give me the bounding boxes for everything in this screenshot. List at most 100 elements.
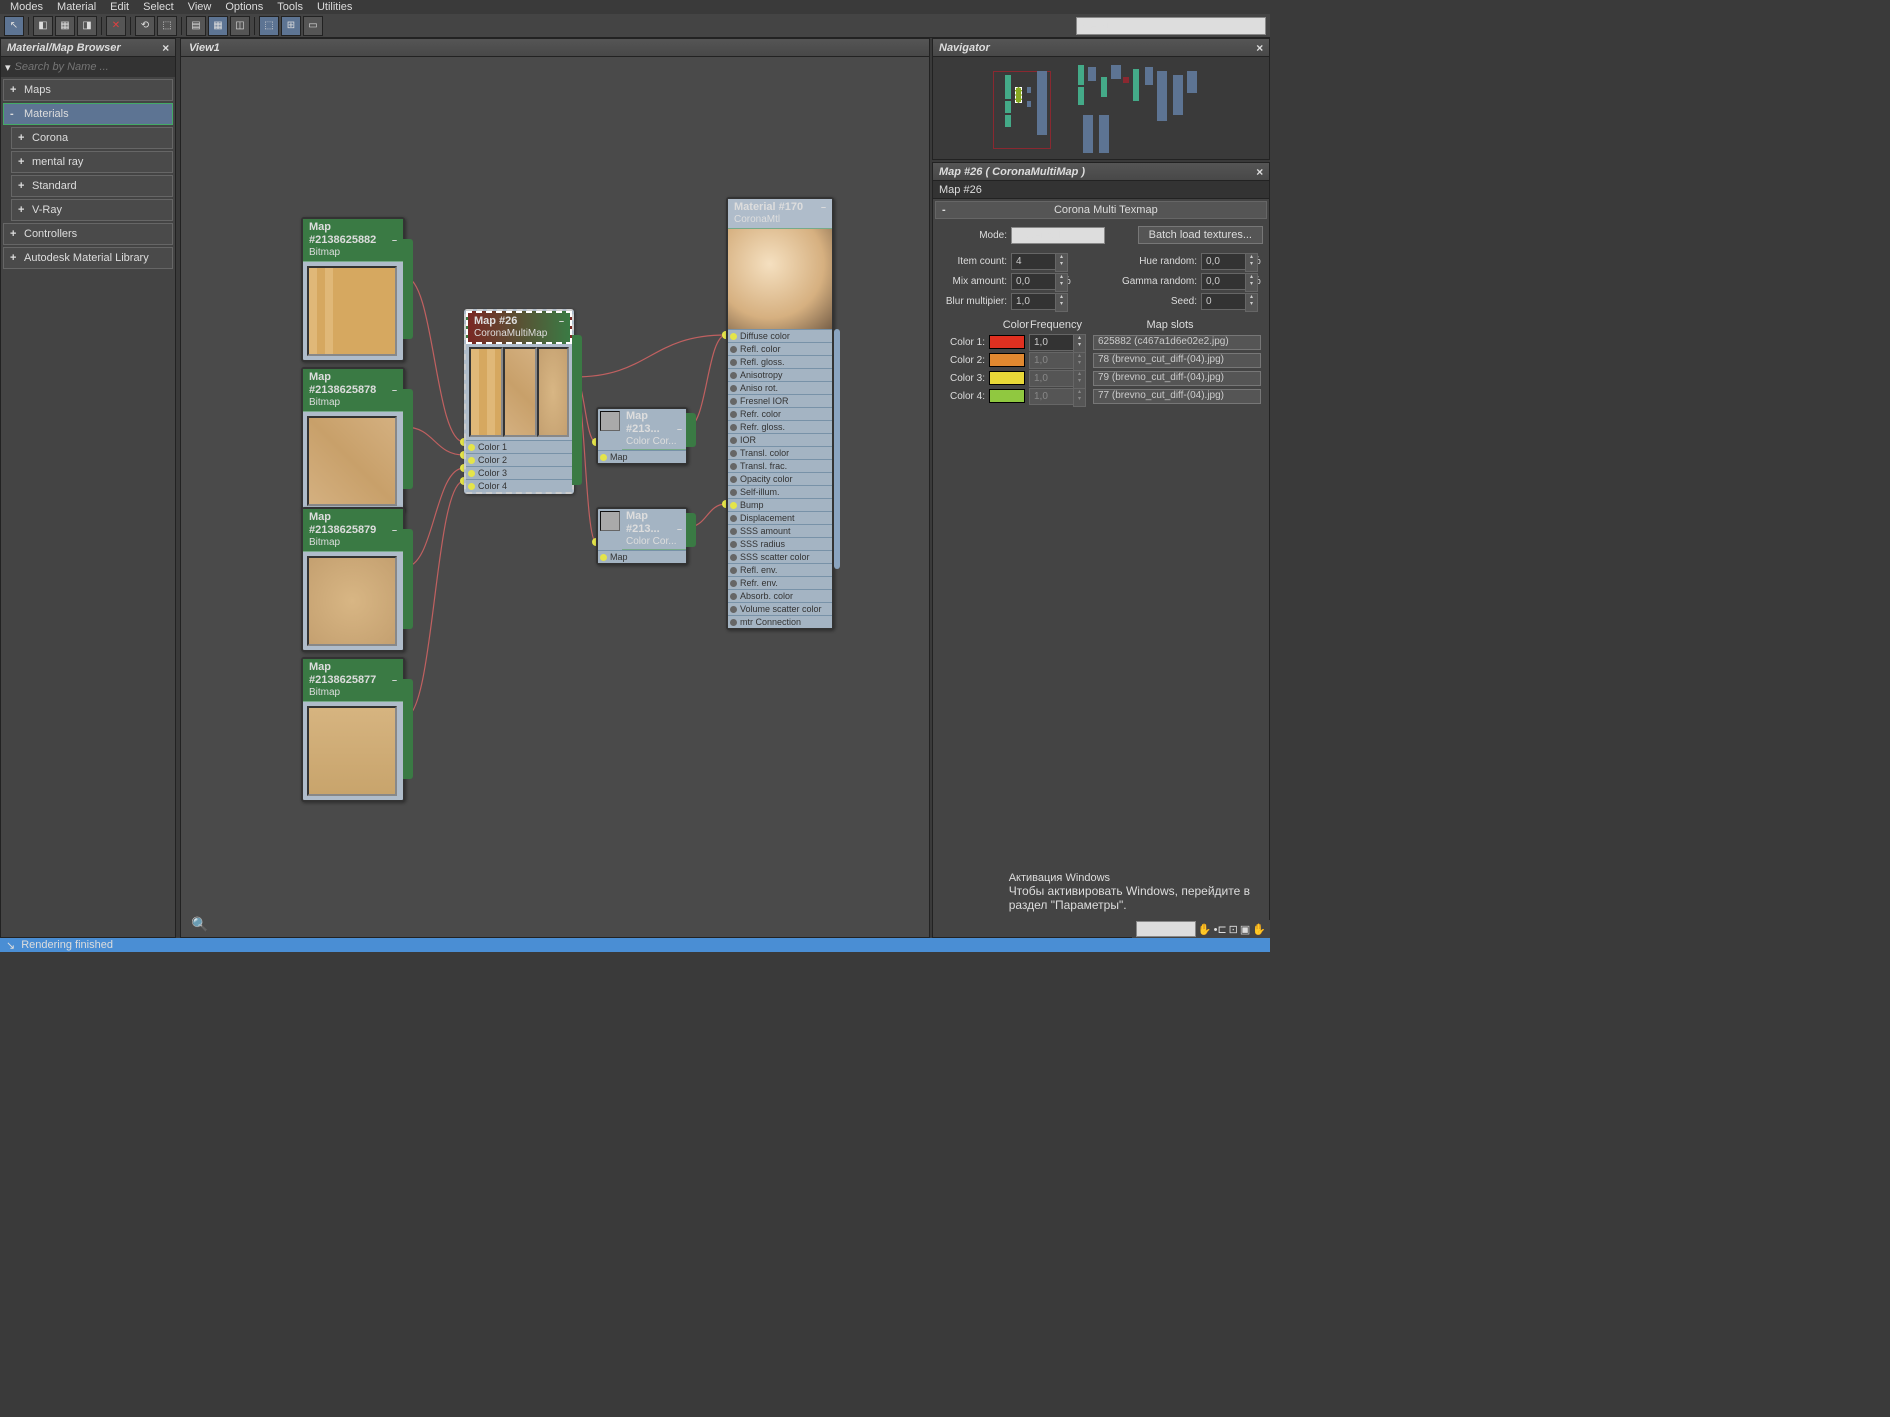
material-slot[interactable]: SSS scatter color: [728, 550, 832, 563]
colorcorrect-node[interactable]: Map #213...–Color Cor...Map: [596, 407, 688, 465]
node-port[interactable]: Map: [598, 550, 686, 563]
spinner[interactable]: 1,0: [1029, 388, 1075, 405]
tool-icon[interactable]: ▦: [55, 16, 75, 36]
spinner[interactable]: 0,0: [1201, 253, 1247, 270]
color-swatch[interactable]: [989, 335, 1025, 349]
material-slot[interactable]: Aniso rot.: [728, 381, 832, 394]
spinner[interactable]: 1,0: [1011, 293, 1057, 310]
close-icon[interactable]: ×: [1256, 41, 1263, 55]
spinner[interactable]: 1,0: [1029, 334, 1075, 351]
menu-item[interactable]: Edit: [110, 1, 129, 13]
spinner[interactable]: 1,0: [1029, 352, 1075, 369]
map-slot-button[interactable]: 77 (brevno_cut_diff-(04).jpg): [1093, 389, 1261, 404]
node-port[interactable]: Map: [598, 450, 686, 463]
multimap-node[interactable]: Map #26–CoronaMultiMapColor 1Color 2Colo…: [464, 309, 574, 494]
spinner[interactable]: 4: [1011, 253, 1057, 270]
menu-item[interactable]: Select: [143, 1, 174, 13]
material-slot[interactable]: Anisotropy: [728, 368, 832, 381]
material-slot[interactable]: Displacement: [728, 511, 832, 524]
material-slot[interactable]: Refl. env.: [728, 563, 832, 576]
arrow-tool-icon[interactable]: ↖: [4, 16, 24, 36]
material-slot[interactable]: SSS amount: [728, 524, 832, 537]
material-slot[interactable]: Refl. color: [728, 342, 832, 355]
material-slot[interactable]: Opacity color: [728, 472, 832, 485]
tree-item[interactable]: +Maps: [3, 79, 173, 101]
map-name-field[interactable]: Map #26: [933, 181, 1269, 199]
zoom-icon[interactable]: •⊏: [1214, 923, 1227, 936]
color-swatch[interactable]: [989, 371, 1025, 385]
tool-icon[interactable]: ◧: [33, 16, 53, 36]
bitmap-node[interactable]: Map #2138625879–Bitmap: [301, 507, 405, 652]
node-port[interactable]: Color 3: [466, 466, 572, 479]
spinner[interactable]: 0,0: [1201, 273, 1247, 290]
material-slot[interactable]: Refr. color: [728, 407, 832, 420]
tree-item[interactable]: -Materials: [3, 103, 173, 125]
tool-icon[interactable]: ◨: [77, 16, 97, 36]
batch-load-button[interactable]: Batch load textures...: [1138, 226, 1263, 244]
material-slot[interactable]: Transl. frac.: [728, 459, 832, 472]
material-slot[interactable]: Refr. gloss.: [728, 420, 832, 433]
material-slot[interactable]: Volume scatter color: [728, 602, 832, 615]
menu-item[interactable]: Options: [225, 1, 263, 13]
tool-icon[interactable]: ⊞: [281, 16, 301, 36]
menu-item[interactable]: View: [188, 1, 212, 13]
spinner[interactable]: 1,0: [1029, 370, 1075, 387]
menu-item[interactable]: Tools: [277, 1, 303, 13]
tool-icon[interactable]: ⟲: [135, 16, 155, 36]
close-icon[interactable]: ×: [162, 41, 169, 55]
menu-item[interactable]: Utilities: [317, 1, 352, 13]
material-slot[interactable]: Refr. env.: [728, 576, 832, 589]
map-slot-button[interactable]: 78 (brevno_cut_diff-(04).jpg): [1093, 353, 1261, 368]
material-node[interactable]: Material #170–CoronaMtlDiffuse colorRefl…: [726, 197, 834, 630]
node-port[interactable]: Color 2: [466, 453, 572, 466]
navigator-canvas[interactable]: [933, 57, 1269, 159]
material-slot[interactable]: Transl. color: [728, 446, 832, 459]
search-input[interactable]: [15, 61, 171, 73]
frame-icon[interactable]: ▣: [1240, 923, 1250, 936]
tree-item[interactable]: +mental ray: [11, 151, 173, 173]
menubar[interactable]: ModesMaterialEditSelectViewOptionsToolsU…: [0, 0, 1270, 14]
tree-item[interactable]: +V-Ray: [11, 199, 173, 221]
material-slot[interactable]: SSS radius: [728, 537, 832, 550]
bitmap-node[interactable]: Map #2138625878–Bitmap: [301, 367, 405, 512]
tree-item[interactable]: +Autodesk Material Library: [3, 247, 173, 269]
bitmap-node[interactable]: Map #2138625882–Bitmap: [301, 217, 405, 362]
zoom-select[interactable]: 70%⌄: [1136, 921, 1196, 937]
active-view-select[interactable]: View1⌄: [1076, 17, 1266, 35]
material-slot[interactable]: Fresnel IOR: [728, 394, 832, 407]
map-slot-button[interactable]: 625882 (c467a1d6e02e2.jpg): [1093, 335, 1261, 350]
material-slot[interactable]: IOR: [728, 433, 832, 446]
menu-item[interactable]: Modes: [10, 1, 43, 13]
bitmap-node[interactable]: Map #2138625877–Bitmap: [301, 657, 405, 802]
tool-icon[interactable]: ⬚: [157, 16, 177, 36]
spinner[interactable]: 0: [1201, 293, 1247, 310]
map-slot-button[interactable]: 79 (brevno_cut_diff-(04).jpg): [1093, 371, 1261, 386]
color-swatch[interactable]: [989, 353, 1025, 367]
node-port[interactable]: Color 1: [466, 440, 572, 453]
tool-icon[interactable]: ▦: [208, 16, 228, 36]
material-slot[interactable]: mtr Connection: [728, 615, 832, 628]
delete-icon[interactable]: ✕: [106, 16, 126, 36]
rollout-header[interactable]: -Corona Multi Texmap: [935, 201, 1267, 219]
viewport[interactable]: View1 Map #2138625882–BitmapMap #2138625…: [180, 38, 930, 938]
material-slot[interactable]: Diffuse color: [728, 329, 832, 342]
tree-item[interactable]: +Corona: [11, 127, 173, 149]
material-slot[interactable]: Self-illum.: [728, 485, 832, 498]
spinner[interactable]: 0,0: [1011, 273, 1057, 290]
material-slot[interactable]: Absorb. color: [728, 589, 832, 602]
tool-icon[interactable]: ▤: [186, 16, 206, 36]
chevron-down-icon[interactable]: ▾: [5, 61, 11, 74]
tree-item[interactable]: +Controllers: [3, 223, 173, 245]
tool-icon[interactable]: ◫: [230, 16, 250, 36]
tree-item[interactable]: +Standard: [11, 175, 173, 197]
pan-icon[interactable]: ✋: [1252, 923, 1266, 936]
pan-icon[interactable]: ✋: [1198, 923, 1212, 936]
binoculars-icon[interactable]: 🔍: [191, 916, 208, 933]
node-port[interactable]: Color 4: [466, 479, 572, 492]
colorcorrect-node[interactable]: Map #213...–Color Cor...Map: [596, 507, 688, 565]
tool-icon[interactable]: ⬚: [259, 16, 279, 36]
close-icon[interactable]: ×: [1256, 165, 1263, 179]
zoom-region-icon[interactable]: ⊡: [1229, 923, 1238, 936]
material-slot[interactable]: Refl. gloss.: [728, 355, 832, 368]
node-graph-canvas[interactable]: Map #2138625882–BitmapMap #2138625878–Bi…: [181, 57, 929, 937]
